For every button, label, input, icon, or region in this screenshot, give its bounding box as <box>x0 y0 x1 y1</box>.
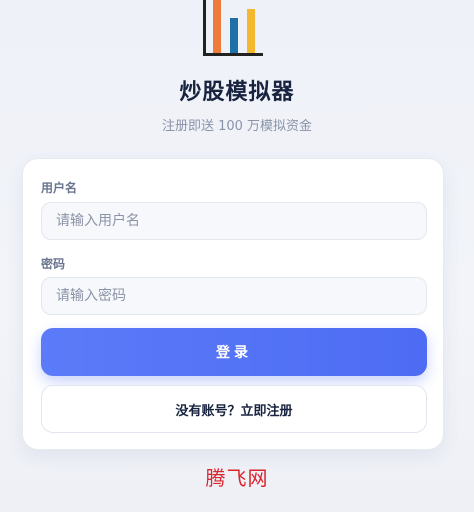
app-subtitle: 注册即送 100 万模拟资金 <box>161 119 313 134</box>
password-input[interactable] <box>41 277 427 315</box>
register-button[interactable]: 没有账号？立即注册 <box>41 385 427 433</box>
login-button[interactable]: 登录 <box>41 328 427 376</box>
username-label: 用户名 <box>41 181 78 195</box>
username-input[interactable] <box>41 202 427 240</box>
login-card: 用户名 密码 登录 没有账号？立即注册 <box>22 158 444 450</box>
password-label: 密码 <box>41 257 66 271</box>
app-title: 炒股模拟器 <box>179 80 295 105</box>
watermark-text: 腾飞网 <box>205 466 269 490</box>
bar-chart-icon <box>203 0 263 56</box>
